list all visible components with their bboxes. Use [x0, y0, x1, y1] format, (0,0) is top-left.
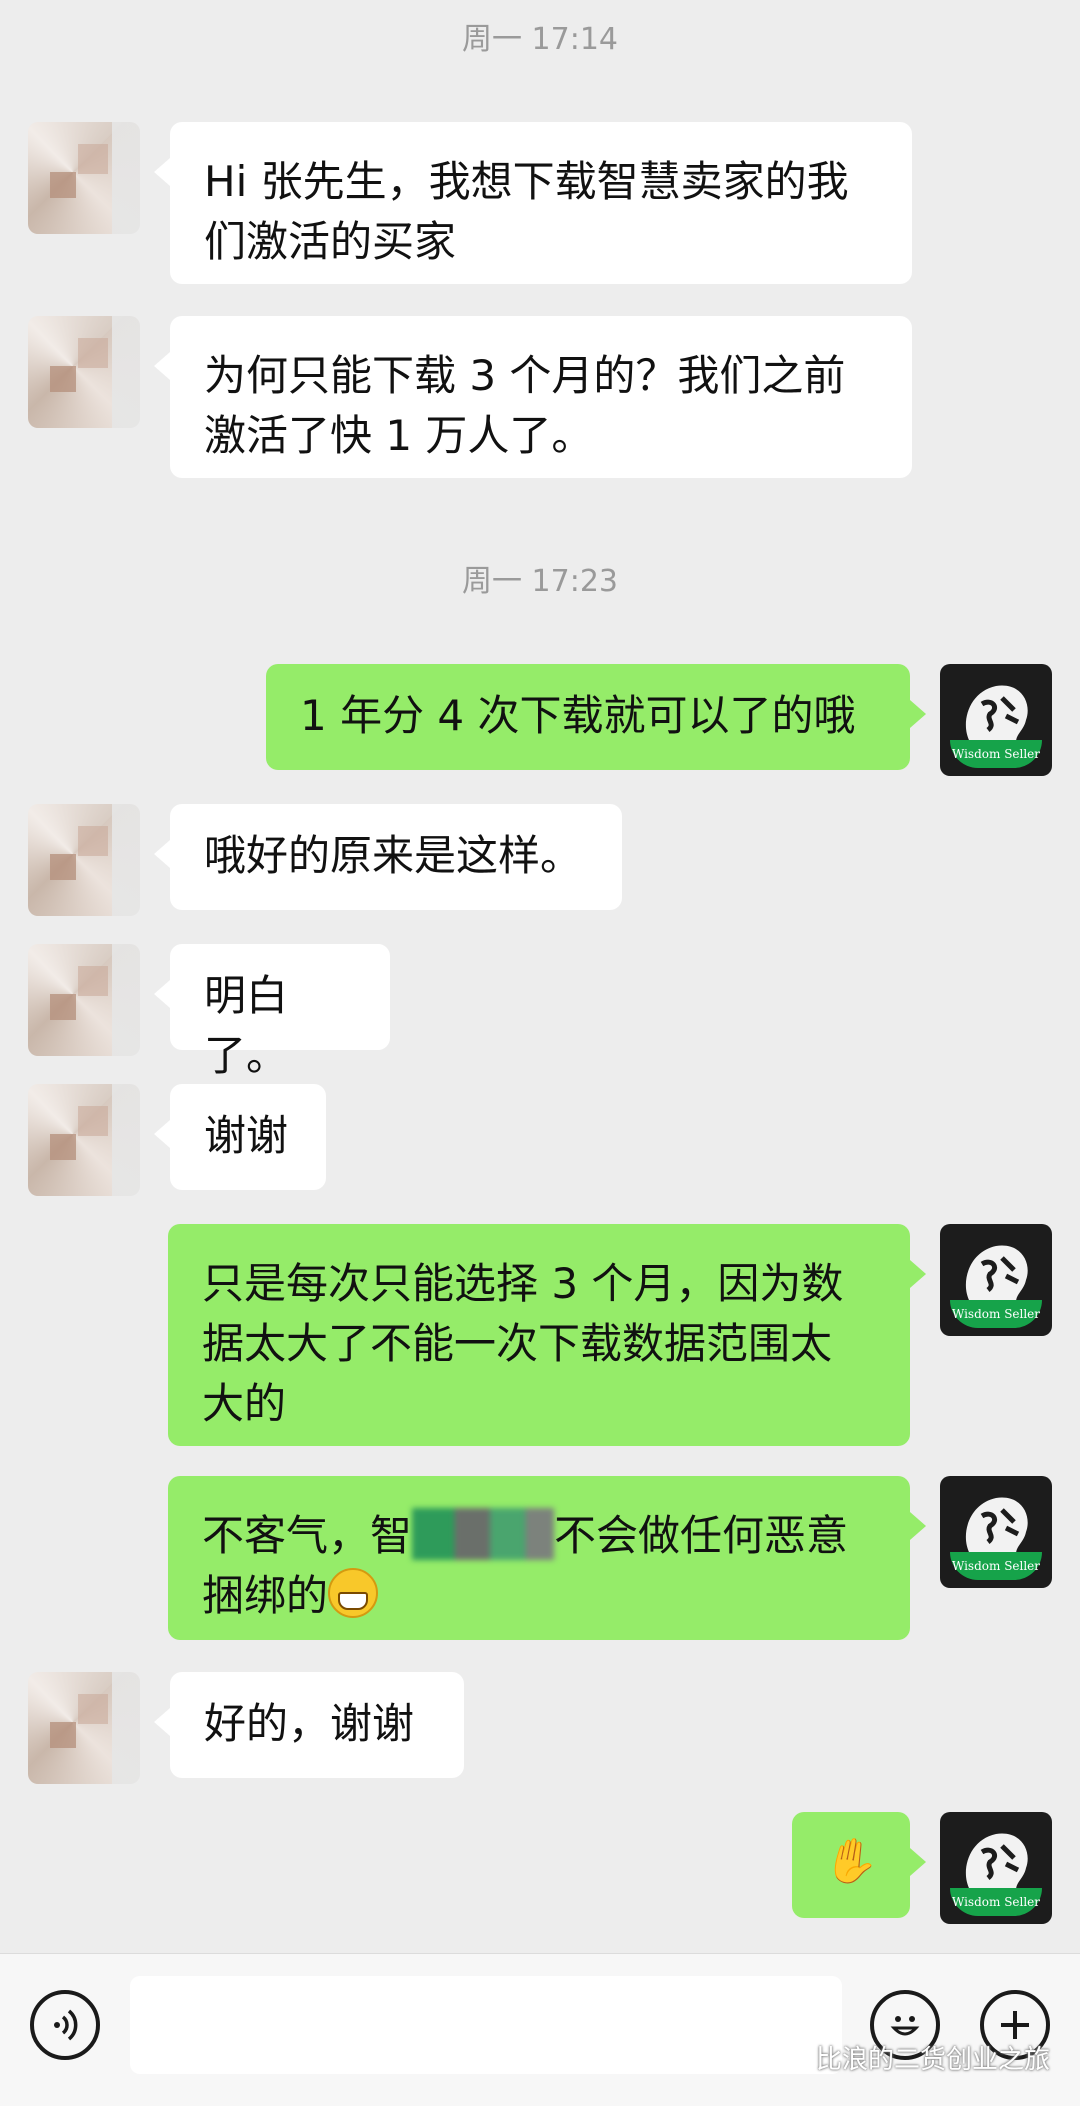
incoming-message[interactable]: 明白了。: [154, 944, 390, 1080]
incoming-message[interactable]: 谢谢: [154, 1084, 326, 1190]
contact-avatar[interactable]: [28, 122, 140, 234]
message-text: 1 年分 4 次下载就可以了的哦: [300, 691, 856, 740]
message-text: 不会做任何恶意: [554, 1511, 849, 1560]
message-line: 大的: [202, 1379, 287, 1428]
contact-avatar[interactable]: [28, 1672, 140, 1784]
censored-text: [412, 1508, 555, 1560]
timestamp: 周一 17:23: [462, 564, 618, 599]
watermark-text: 比浪的二货创业之旅: [815, 2045, 1050, 2075]
incoming-message[interactable]: 为何只能下载 3 个月的？我们之前 激活了快 1 万人了。: [154, 316, 912, 478]
voice-button[interactable]: [30, 1990, 100, 2060]
incoming-message[interactable]: 哦好的原来是这样。: [154, 804, 622, 910]
folded-hands-icon: ✋: [820, 1831, 883, 1892]
self-avatar[interactable]: Wisdom Seller: [940, 1224, 1052, 1336]
contact-avatar[interactable]: [28, 804, 140, 916]
voice-icon: [54, 2009, 78, 2041]
input-bar: 比浪的二货创业之旅: [0, 1953, 1080, 2106]
message-input[interactable]: [130, 1976, 842, 2074]
outgoing-message[interactable]: 只是每次只能选择 3 个月，因为数 据太大了不能一次下载数据范围太 大的: [168, 1224, 926, 1446]
contact-avatar[interactable]: [28, 1084, 140, 1196]
message-line: 们激活的买家: [204, 217, 457, 266]
message-line: 捆绑的: [202, 1566, 876, 1626]
watermark: 比浪的二货创业之旅: [772, 2039, 1050, 2076]
outgoing-message[interactable]: 不客气，智 不会做任何恶意 捆绑的: [168, 1476, 926, 1640]
incoming-message[interactable]: Hi 张先生，我想下载智慧卖家的我 们激活的买家: [154, 122, 912, 284]
message-line: 不客气，智 不会做任何恶意: [202, 1506, 876, 1566]
self-avatar[interactable]: Wisdom Seller: [940, 1476, 1052, 1588]
avatar-label: Wisdom Seller: [950, 1552, 1042, 1580]
message-text: 明白了。: [204, 971, 289, 1080]
avatar-label: Wisdom Seller: [950, 1888, 1042, 1916]
message-line: 为何只能下载 3 个月的？我们之前: [204, 351, 846, 400]
message-line: 据太大了不能一次下载数据范围太: [202, 1319, 833, 1368]
grinning-face-icon: [328, 1568, 379, 1618]
message-text: 捆绑的: [202, 1571, 329, 1620]
timestamp: 周一 17:14: [462, 22, 618, 57]
incoming-message[interactable]: 好的，谢谢: [154, 1672, 464, 1778]
avatar-label: Wisdom Seller: [950, 740, 1042, 768]
message-line: 激活了快 1 万人了。: [204, 411, 594, 460]
message-text: 哦好的原来是这样。: [204, 831, 583, 880]
message-text: 不客气，智: [202, 1511, 413, 1560]
message-line: 只是每次只能选择 3 个月，因为数: [202, 1259, 844, 1308]
message-text: 好的，谢谢: [204, 1699, 415, 1748]
contact-avatar[interactable]: [28, 944, 140, 1056]
self-avatar[interactable]: Wisdom Seller: [940, 664, 1052, 776]
message-text: 谢谢: [204, 1111, 289, 1160]
outgoing-message[interactable]: ✋: [792, 1812, 926, 1918]
wechat-channel-icon: [773, 2044, 807, 2065]
message-line: Hi 张先生，我想下载智慧卖家的我: [204, 157, 849, 206]
self-avatar[interactable]: Wisdom Seller: [940, 1812, 1052, 1924]
contact-avatar[interactable]: [28, 316, 140, 428]
avatar-label: Wisdom Seller: [950, 1300, 1042, 1328]
outgoing-message[interactable]: 1 年分 4 次下载就可以了的哦: [266, 664, 926, 770]
